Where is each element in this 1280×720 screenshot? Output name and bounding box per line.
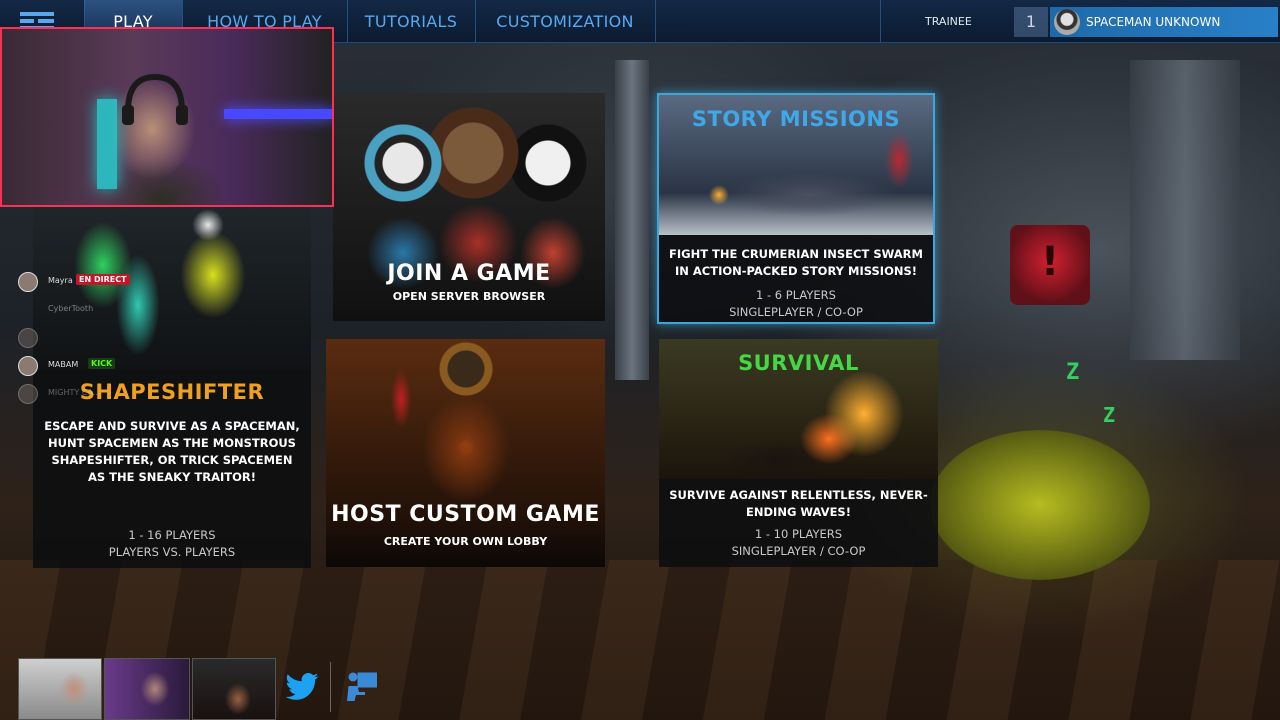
player-name: SPACEMAN UNKNOWN xyxy=(1086,15,1221,29)
survival-description: SURVIVE AGAINST RELENTLESS, NEVER-ENDING… xyxy=(669,488,928,519)
streamer-webcam xyxy=(0,27,334,207)
player-level: 1 xyxy=(1014,7,1048,37)
host-custom-game-subtitle: CREATE YOUR OWN LOBBY xyxy=(383,535,548,548)
chat-avatar xyxy=(18,356,38,376)
shapeshifter-players: 1 - 16 PLAYERS xyxy=(128,528,216,542)
sleep-z-2: Z xyxy=(1103,403,1116,427)
pillar-left xyxy=(615,60,649,380)
chat-badge: EN DIRECT xyxy=(76,274,130,285)
chat-row xyxy=(14,324,134,352)
alarm-panel: ! xyxy=(1010,225,1090,305)
alarm-glyph: ! xyxy=(1040,239,1060,285)
overlay-divider xyxy=(330,662,331,712)
chat-avatar xyxy=(18,272,38,292)
join-game-card[interactable]: JOIN A GAME OPEN SERVER BROWSER xyxy=(333,93,605,321)
survival-title: SURVIVAL xyxy=(738,351,859,375)
webcam-cyan-light xyxy=(97,99,117,189)
chat-row: MIGHTY CA... xyxy=(14,380,134,408)
survival-players: 1 - 10 PLAYERS xyxy=(754,527,843,541)
computer-user-icon[interactable] xyxy=(344,668,380,704)
chat-username: MIGHTY CA... xyxy=(48,388,101,397)
story-missions-card[interactable]: STORY MISSIONS FIGHT THE CRUMERIAN INSEC… xyxy=(657,93,935,324)
tab-customization[interactable]: CUSTOMIZATION xyxy=(475,0,655,43)
join-game-title: JOIN A GAME xyxy=(387,261,551,286)
story-missions-mode: SINGLEPLAYER / CO-OP xyxy=(729,305,863,319)
player-profile[interactable]: SPACEMAN UNKNOWN xyxy=(1050,7,1278,37)
tab-tutorials[interactable]: TUTORIALS xyxy=(347,0,475,43)
viewer-cam-2 xyxy=(104,658,190,720)
join-game-subtitle: OPEN SERVER BROWSER xyxy=(392,290,546,303)
chat-row: MABAM KICK xyxy=(14,352,134,380)
chat-username: MABAM xyxy=(48,360,79,369)
pillar-right xyxy=(1130,60,1240,360)
chat-username: Mayra xyxy=(48,276,73,285)
chat-username: CyberTooth xyxy=(48,304,94,313)
host-custom-game-card[interactable]: HOST CUSTOM GAME CREATE YOUR OWN LOBBY xyxy=(326,339,605,567)
survival-mode: SINGLEPLAYER / CO-OP xyxy=(731,544,866,558)
story-missions-description: FIGHT THE CRUMERIAN INSECT SWARM IN ACTI… xyxy=(669,247,923,278)
story-missions-title: STORY MISSIONS xyxy=(691,107,901,131)
host-custom-game-art xyxy=(326,339,605,567)
chat-row: CyberTooth xyxy=(14,296,134,324)
sleep-z-1: Z xyxy=(1066,360,1080,385)
viewer-cam-3 xyxy=(192,658,276,720)
tab-customization-label: CUSTOMIZATION xyxy=(496,12,634,31)
chat-avatar xyxy=(18,384,38,404)
chat-avatar xyxy=(18,328,38,348)
story-missions-players: 1 - 6 PLAYERS xyxy=(756,288,836,302)
chat-badge: KICK xyxy=(88,358,116,369)
host-custom-game-title: HOST CUSTOM GAME xyxy=(331,502,600,527)
player-rank: TRAINEE xyxy=(925,15,972,28)
viewer-cam-1 xyxy=(18,658,102,720)
join-game-art xyxy=(333,93,605,321)
shapeshifter-mode: PLAYERS VS. PLAYERS xyxy=(108,545,236,559)
nav-separator xyxy=(655,0,656,43)
stream-chat-overlay: Mayra EN DIRECT CyberTooth MABAM KICK MI… xyxy=(14,268,134,408)
tab-tutorials-label: TUTORIALS xyxy=(364,12,458,31)
avatar xyxy=(1054,9,1080,35)
headphones-icon xyxy=(122,73,188,125)
twitter-icon[interactable] xyxy=(284,668,320,704)
chat-row: Mayra EN DIRECT xyxy=(14,268,134,296)
webcam-neon-light xyxy=(224,109,332,119)
nav-separator xyxy=(880,0,881,43)
survival-card[interactable]: SURVIVAL SURVIVE AGAINST RELENTLESS, NEV… xyxy=(659,339,938,567)
shapeshifter-description: ESCAPE AND SURVIVE AS A SPACEMAN, HUNT S… xyxy=(44,419,300,484)
sleeping-spaceman xyxy=(930,430,1150,580)
